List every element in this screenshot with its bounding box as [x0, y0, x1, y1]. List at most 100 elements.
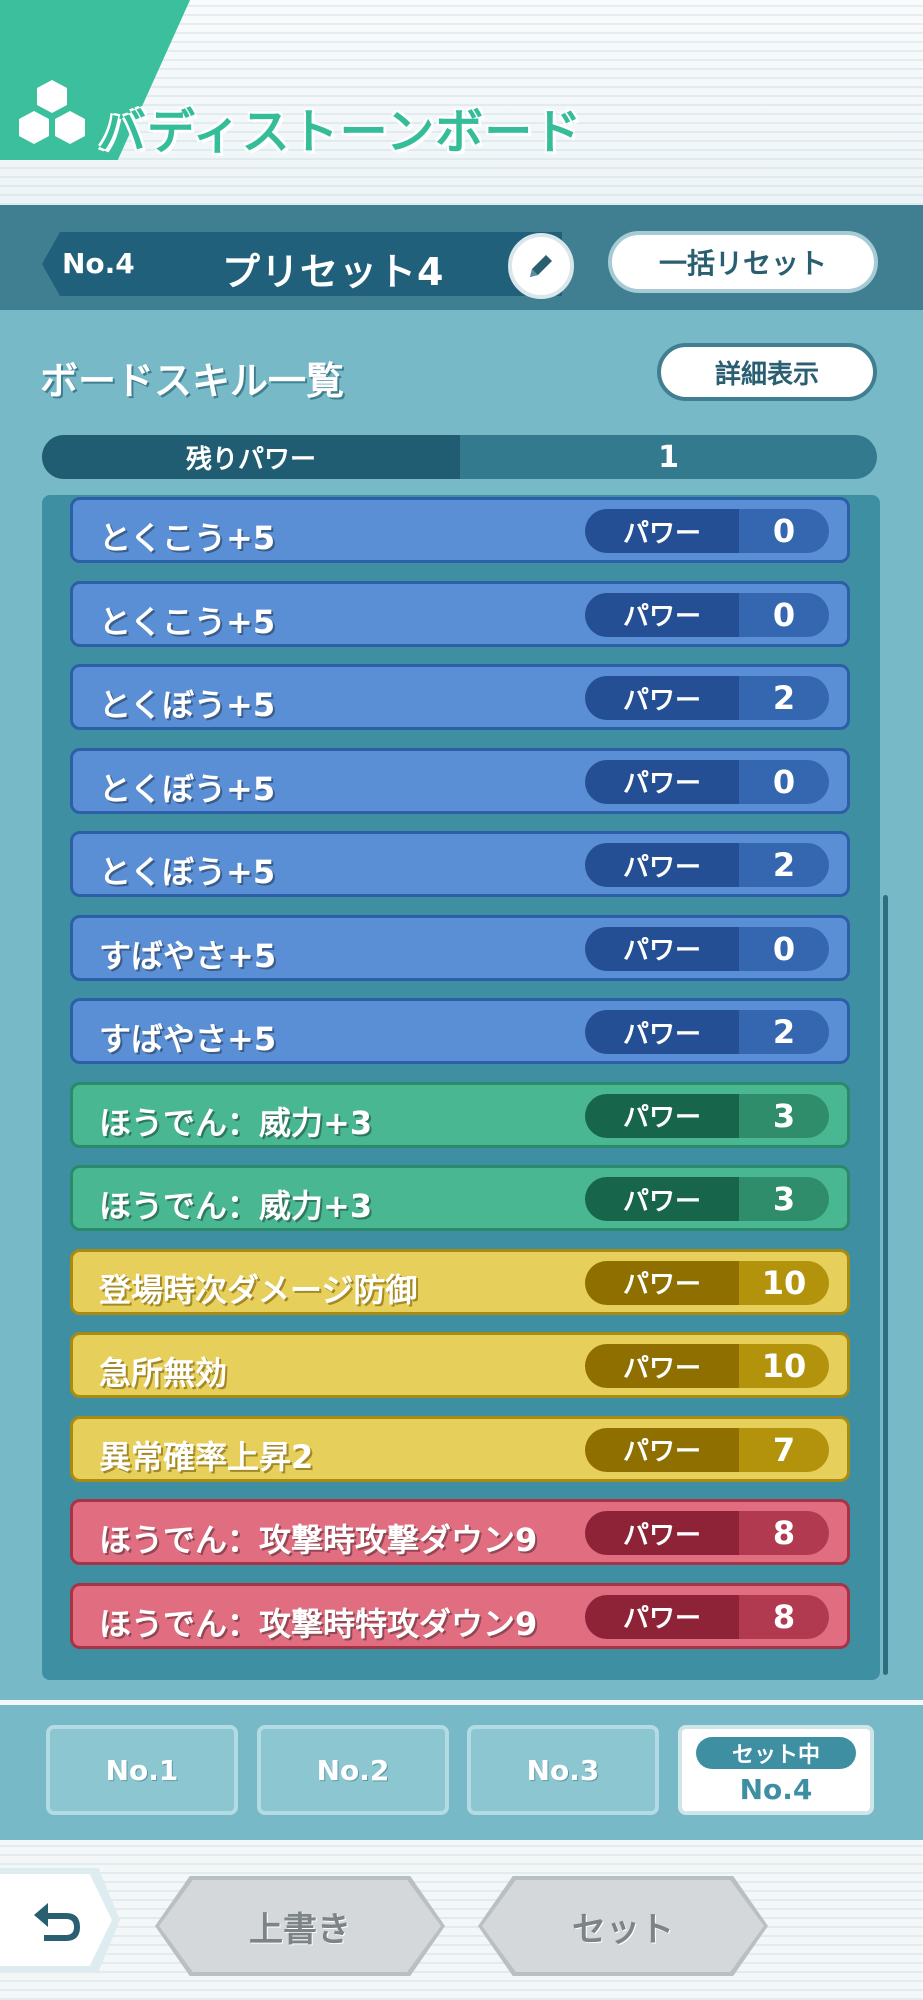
skill-row[interactable]: とくぼう+5 パワー 0 [70, 747, 850, 814]
skill-row[interactable]: ほうでん：威力+3 パワー 3 [70, 1165, 850, 1231]
power-value: 3 [739, 1093, 829, 1138]
skill-name: すばやさ+5 [99, 1020, 277, 1058]
skill-row[interactable]: 登場時次ダメージ防御 パワー 10 [70, 1248, 850, 1315]
main-panel: No.4 プリセット4 一括リセット ボードスキル一覧 詳細表示 残りパワー 1… [0, 205, 923, 1700]
skill-row[interactable]: 急所無効 パワー 10 [70, 1332, 850, 1398]
power-pill: パワー 8 [585, 1511, 829, 1555]
power-value: 8 [739, 1511, 829, 1555]
skill-name: とくぼう+5 [99, 769, 276, 808]
power-label: パワー [585, 509, 739, 553]
power-pill: パワー 2 [585, 843, 829, 887]
power-label: パワー [585, 843, 739, 887]
power-value: 10 [739, 1260, 829, 1305]
skill-list-title: ボードスキル一覧 [40, 359, 345, 403]
skill-name: とくぼう+5 [99, 853, 276, 891]
skill-name: すばやさ+5 [99, 936, 277, 975]
skill-row[interactable]: すばやさ+5 パワー 2 [70, 998, 850, 1064]
power-label: パワー [585, 1177, 739, 1221]
skill-name: 登場時次ダメージ防御 [99, 1270, 418, 1309]
overwrite-button-label: 上書き [159, 1880, 441, 1972]
back-button[interactable] [0, 1874, 112, 1966]
skill-row[interactable]: すばやさ+5 パワー 0 [70, 914, 850, 981]
skill-row[interactable]: ほうでん：攻撃時特攻ダウン9 パワー 8 [70, 1582, 850, 1649]
set-button-label: セット [482, 1880, 764, 1972]
tab-preset-1[interactable]: No.1 [46, 1725, 238, 1815]
tab-preset-4-label: No.4 [739, 1773, 813, 1806]
overwrite-button[interactable]: 上書き [155, 1876, 445, 1976]
power-pill: パワー 3 [585, 1093, 829, 1138]
power-pill: パワー 0 [585, 759, 829, 804]
tab-preset-4[interactable]: セット中 No.4 [678, 1725, 874, 1815]
skill-name: ほうでん：攻撃時攻撃ダウン9 [99, 1521, 538, 1559]
skill-name: 異常確率上昇2 [99, 1437, 314, 1476]
power-pill: パワー 3 [585, 1177, 829, 1221]
tab-preset-2[interactable]: No.2 [257, 1725, 449, 1815]
power-pill: パワー 2 [585, 676, 829, 720]
set-button[interactable]: セット [478, 1876, 768, 1976]
pencil-icon [530, 255, 552, 277]
remaining-power-value: 1 [658, 439, 679, 475]
tab-preset-3[interactable]: No.3 [467, 1725, 659, 1815]
skill-row[interactable]: ほうでん：威力+3 パワー 3 [70, 1081, 850, 1148]
skill-row[interactable]: とくこう+5 パワー 0 [70, 580, 850, 647]
preset-bar: No.4 プリセット4 一括リセット [0, 205, 923, 310]
active-set-badge: セット中 [696, 1737, 856, 1769]
power-label: パワー [585, 759, 739, 804]
skill-name: とくこう+5 [99, 519, 276, 557]
power-label: パワー [585, 1511, 739, 1555]
power-pill: パワー 2 [585, 1010, 829, 1054]
power-pill: パワー 8 [585, 1594, 829, 1639]
skill-row[interactable]: とくこう+5 パワー 0 [70, 497, 850, 563]
power-pill: パワー 10 [585, 1260, 829, 1305]
header: バディストーンボード [0, 0, 923, 205]
power-value: 0 [739, 592, 829, 637]
power-pill: パワー 7 [585, 1427, 829, 1472]
power-value: 0 [739, 759, 829, 804]
power-value: 0 [739, 509, 829, 553]
bulk-reset-button[interactable]: 一括リセット [608, 231, 878, 293]
skill-name: 急所無効 [99, 1354, 228, 1392]
skill-name: ほうでん：威力+3 [99, 1103, 373, 1142]
power-label: パワー [585, 592, 739, 637]
skill-list-scrollbar[interactable] [883, 895, 888, 1675]
skill-name: ほうでん：攻撃時特攻ダウン9 [99, 1604, 538, 1643]
power-label: パワー [585, 1093, 739, 1138]
power-pill: パワー 10 [585, 1344, 829, 1388]
power-label: パワー [585, 676, 739, 720]
power-label: パワー [585, 1010, 739, 1054]
skill-name: とくぼう+5 [99, 686, 276, 724]
power-label: パワー [585, 1427, 739, 1472]
skill-name: ほうでん：威力+3 [99, 1187, 373, 1225]
power-label: パワー [585, 1260, 739, 1305]
skill-row[interactable]: 異常確率上昇2 パワー 7 [70, 1415, 850, 1482]
remaining-power-bar: 残りパワー 1 [42, 435, 877, 479]
hexagon-cluster-icon [19, 80, 85, 144]
power-value: 3 [739, 1177, 829, 1221]
power-value: 2 [739, 676, 829, 720]
power-value: 7 [739, 1427, 829, 1472]
power-pill: パワー 0 [585, 509, 829, 553]
preset-number: No.4 [62, 247, 135, 280]
skill-list[interactable]: とくこう+5 パワー 0 とくこう+5 パワー 0 とくぼう+5 パワー 2 とくぼう+5 パワー 0… [42, 495, 880, 1680]
power-label: パワー [585, 1344, 739, 1388]
return-arrow-icon [34, 1903, 80, 1941]
skill-name: とくこう+5 [99, 602, 276, 641]
power-pill: パワー 0 [585, 592, 829, 637]
edit-preset-name-button[interactable] [508, 233, 574, 299]
skill-row[interactable]: ほうでん：攻撃時攻撃ダウン9 パワー 8 [70, 1499, 850, 1565]
detail-view-button[interactable]: 詳細表示 [657, 343, 877, 401]
power-label: パワー [585, 926, 739, 971]
power-value: 2 [739, 843, 829, 887]
preset-tabs: No.1 No.2 No.3 セット中 No.4 [0, 1705, 923, 1840]
skill-row[interactable]: とくぼう+5 パワー 2 [70, 664, 850, 730]
remaining-power-label: 残りパワー [42, 435, 460, 479]
power-label: パワー [585, 1594, 739, 1639]
preset-name: プリセット4 [222, 250, 445, 294]
power-pill: パワー 0 [585, 926, 829, 971]
skill-row[interactable]: とくぼう+5 パワー 2 [70, 831, 850, 897]
power-value: 8 [739, 1594, 829, 1639]
power-value: 10 [739, 1344, 829, 1388]
power-value: 0 [739, 926, 829, 971]
power-value: 2 [739, 1010, 829, 1054]
bottom-bar: 上書き セット [0, 1840, 923, 2000]
